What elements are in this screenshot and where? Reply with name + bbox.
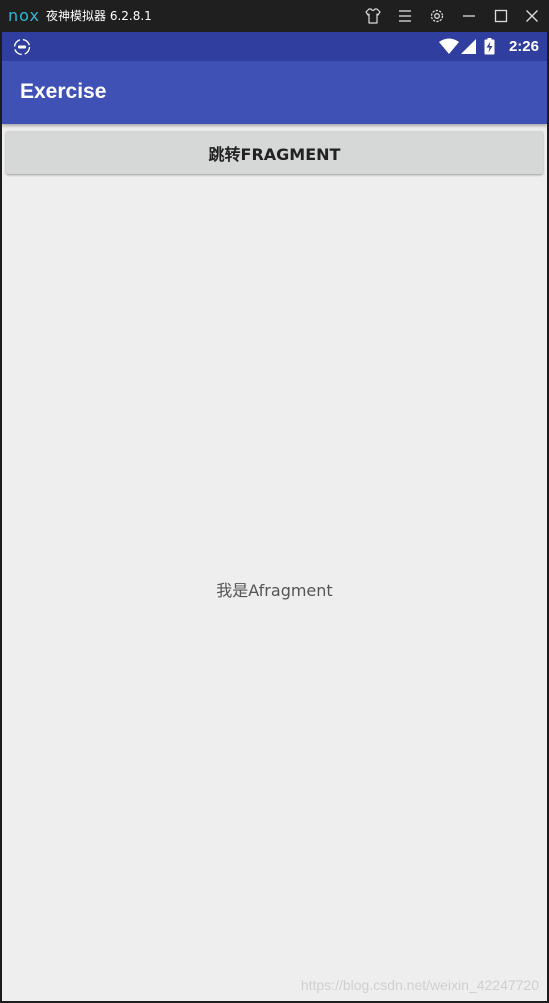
maximize-icon[interactable]: [491, 6, 511, 26]
device-screen: 2:26 Exercise 跳转FRAGMENT 我是Afragment htt…: [2, 32, 547, 1001]
app-title: Exercise: [20, 80, 107, 103]
gear-icon[interactable]: [427, 6, 447, 26]
wifi-icon: [439, 38, 459, 59]
watermark: https://blog.csdn.net/weixin_42247720: [300, 977, 539, 993]
nox-logo: nox: [8, 6, 40, 25]
app-bar: Exercise: [2, 61, 547, 124]
signal-icon: [461, 38, 477, 59]
battery-charging-icon: [484, 38, 495, 59]
status-time: 2:26: [508, 38, 539, 55]
emulator-window: nox 夜神模拟器 6.2.8.1 2:26 Exercise 跳转FRAGME…: [0, 0, 549, 1003]
minimize-icon[interactable]: [459, 6, 479, 26]
menu-icon[interactable]: [395, 6, 415, 26]
emulator-title: 夜神模拟器 6.2.8.1: [46, 9, 152, 23]
status-bar: 2:26: [2, 32, 547, 61]
close-icon[interactable]: [522, 6, 542, 26]
emulator-title-bar: nox 夜神模拟器 6.2.8.1: [0, 0, 549, 32]
status-icons: 2:26: [439, 36, 539, 57]
nox-icon: [12, 37, 32, 57]
fragment-text: 我是Afragment: [216, 581, 333, 600]
shirt-icon[interactable]: [363, 6, 383, 26]
jump-fragment-button[interactable]: 跳转FRAGMENT: [6, 131, 543, 174]
